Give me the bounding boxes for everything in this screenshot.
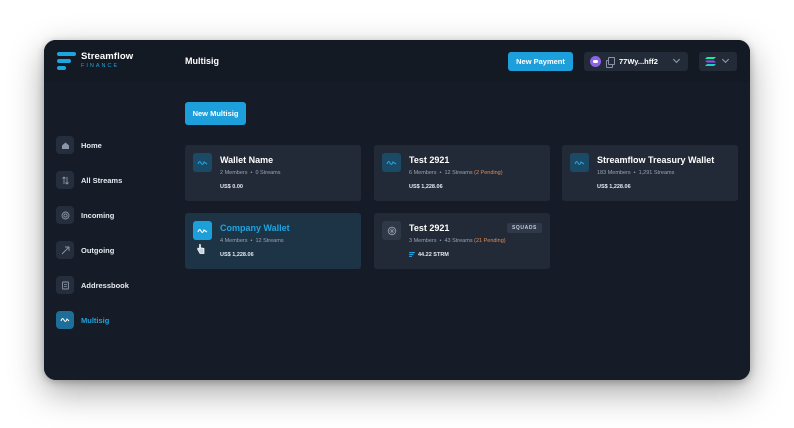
squads-badge: SQUADS: [507, 223, 542, 233]
multisig-card[interactable]: Test 2921 SQUADS 3 Members • 43 Streams (2…: [374, 213, 550, 269]
card-title: Wallet Name: [220, 155, 274, 165]
card-value: 44.22 STRM: [409, 252, 449, 258]
copy-icon[interactable]: [606, 57, 615, 68]
network-selector[interactable]: [699, 52, 737, 71]
multisig-card[interactable]: Test 2921 6 Members • 12 Streams (2 Pendin…: [374, 145, 550, 201]
app-window: Streamflow FINANCE Multisig New Payment …: [44, 40, 750, 380]
multisig-card-selected[interactable]: Company Wallet 4 Members • 12 Streams US$ …: [185, 213, 361, 269]
card-meta: 4 Members • 12 Streams: [220, 238, 284, 244]
outgoing-icon: [56, 241, 74, 259]
sidebar-item-outgoing[interactable]: Outgoing: [56, 240, 166, 260]
pending-count: (21 Pending): [474, 238, 506, 244]
streams-count: 0 Streams: [255, 170, 281, 176]
sidebar-item-incoming[interactable]: Incoming: [56, 205, 166, 225]
sidebar-item-addressbook[interactable]: Addressbook: [56, 275, 166, 295]
incoming-icon: [56, 206, 74, 224]
pending-count: (2 Pending): [474, 170, 503, 176]
new-multisig-button[interactable]: New Multisig: [185, 102, 246, 125]
sidebar-item-label: Home: [81, 140, 102, 150]
card-title: Test 2921: [409, 223, 450, 233]
card-value: US$ 1,228.06: [220, 252, 254, 258]
sidebar-item-home[interactable]: Home: [56, 135, 166, 155]
sidebar-item-all-streams[interactable]: All Streams: [56, 170, 166, 190]
card-meta: 6 Members • 12 Streams (2 Pending): [409, 170, 503, 176]
members-count: 6 Members: [409, 170, 437, 176]
page-title: Multisig: [185, 56, 219, 66]
wallet-address: 77Wy...hff2: [619, 57, 658, 66]
signature-icon: [193, 221, 212, 240]
streams-count: 12 Streams: [444, 170, 473, 176]
solana-icon: [705, 57, 716, 66]
sidebar-item-label: Outgoing: [81, 245, 115, 255]
card-value: US$ 1,228.06: [597, 184, 631, 190]
separator: •: [633, 170, 636, 176]
sidebar-item-label: Incoming: [81, 210, 115, 220]
card-meta: 2 Members • 0 Streams: [220, 170, 281, 176]
streams-count: 43 Streams: [444, 238, 473, 244]
card-title: Test 2921: [409, 155, 450, 165]
separator: •: [439, 170, 442, 176]
sidebar-item-label: Addressbook: [81, 280, 129, 290]
strm-token-icon: [409, 252, 415, 257]
members-count: 3 Members: [409, 238, 437, 244]
squads-icon: [382, 221, 401, 240]
card-value-amount: 44.22 STRM: [418, 252, 449, 258]
separator: •: [439, 238, 442, 244]
app-root: Streamflow FINANCE Multisig New Payment …: [44, 40, 750, 380]
signature-icon: [193, 153, 212, 172]
streams-icon: [56, 171, 74, 189]
streams-count: 12 Streams: [255, 238, 284, 244]
addressbook-icon: [56, 276, 74, 294]
wallet-avatar-icon: [590, 56, 601, 67]
pointer-cursor-icon: [197, 244, 205, 254]
signature-icon: [570, 153, 589, 172]
multisig-card[interactable]: Streamflow Treasury Wallet 183 Members • 1…: [562, 145, 738, 201]
signature-icon: [382, 153, 401, 172]
members-count: 183 Members: [597, 170, 631, 176]
card-value: US$ 0.00: [220, 184, 243, 190]
streamflow-logo-icon: [57, 52, 76, 70]
top-bar: Streamflow FINANCE Multisig New Payment …: [44, 40, 750, 82]
separator: •: [250, 170, 253, 176]
multisig-icon: [56, 311, 74, 329]
chevron-down-icon: [672, 55, 681, 64]
wallet-selector[interactable]: 77Wy...hff2: [584, 52, 688, 71]
card-meta: 183 Members • 1,291 Streams: [597, 170, 674, 176]
new-payment-button[interactable]: New Payment: [508, 52, 573, 71]
sidebar-item-label: All Streams: [81, 175, 123, 185]
card-value: US$ 1,228.06: [409, 184, 443, 190]
members-count: 4 Members: [220, 238, 248, 244]
sidebar-item-multisig[interactable]: Multisig: [56, 310, 166, 330]
chevron-down-icon: [721, 55, 730, 64]
home-icon: [56, 136, 74, 154]
multisig-card[interactable]: Wallet Name 2 Members • 0 Streams US$ 0.00: [185, 145, 361, 201]
streams-count: 1,291 Streams: [638, 170, 675, 176]
members-count: 2 Members: [220, 170, 248, 176]
brand-subtitle: FINANCE: [81, 63, 120, 69]
separator: •: [250, 238, 253, 244]
brand-name: Streamflow: [81, 51, 134, 62]
sidebar: Home All Streams Incoming Outgoing Addre…: [44, 82, 174, 380]
card-title: Streamflow Treasury Wallet: [597, 155, 715, 165]
sidebar-item-label: Multisig: [81, 315, 110, 325]
card-title: Company Wallet: [220, 223, 290, 233]
card-meta: 3 Members • 43 Streams (21 Pending): [409, 238, 506, 244]
